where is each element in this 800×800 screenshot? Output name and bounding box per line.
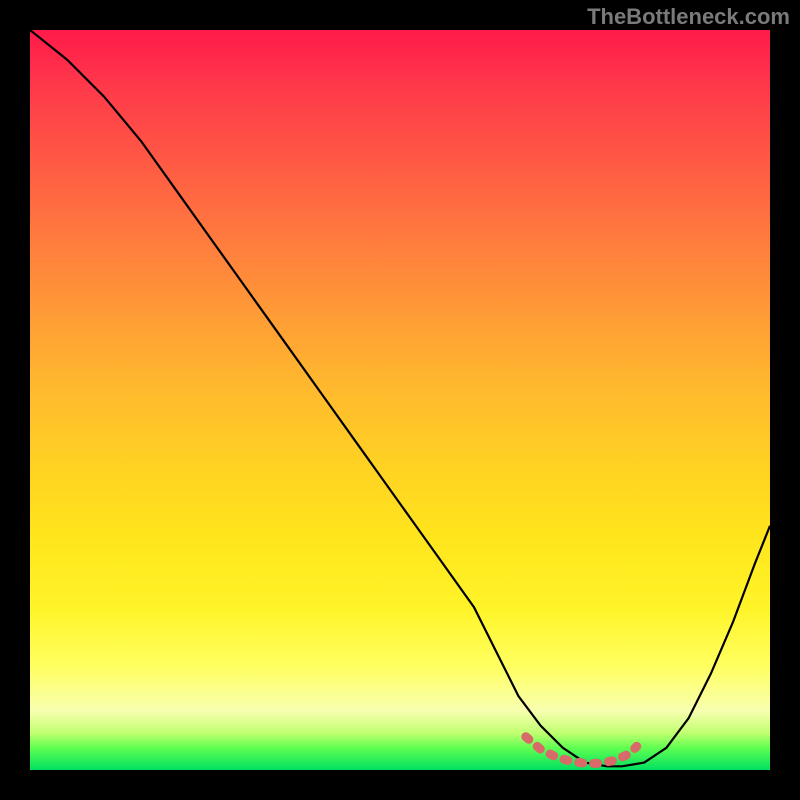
attribution-text: TheBottleneck.com — [587, 4, 790, 30]
bottleneck-curve — [30, 30, 770, 766]
optimal-zone-marker — [526, 737, 637, 764]
chart-svg — [30, 30, 770, 770]
plot-area — [30, 30, 770, 770]
